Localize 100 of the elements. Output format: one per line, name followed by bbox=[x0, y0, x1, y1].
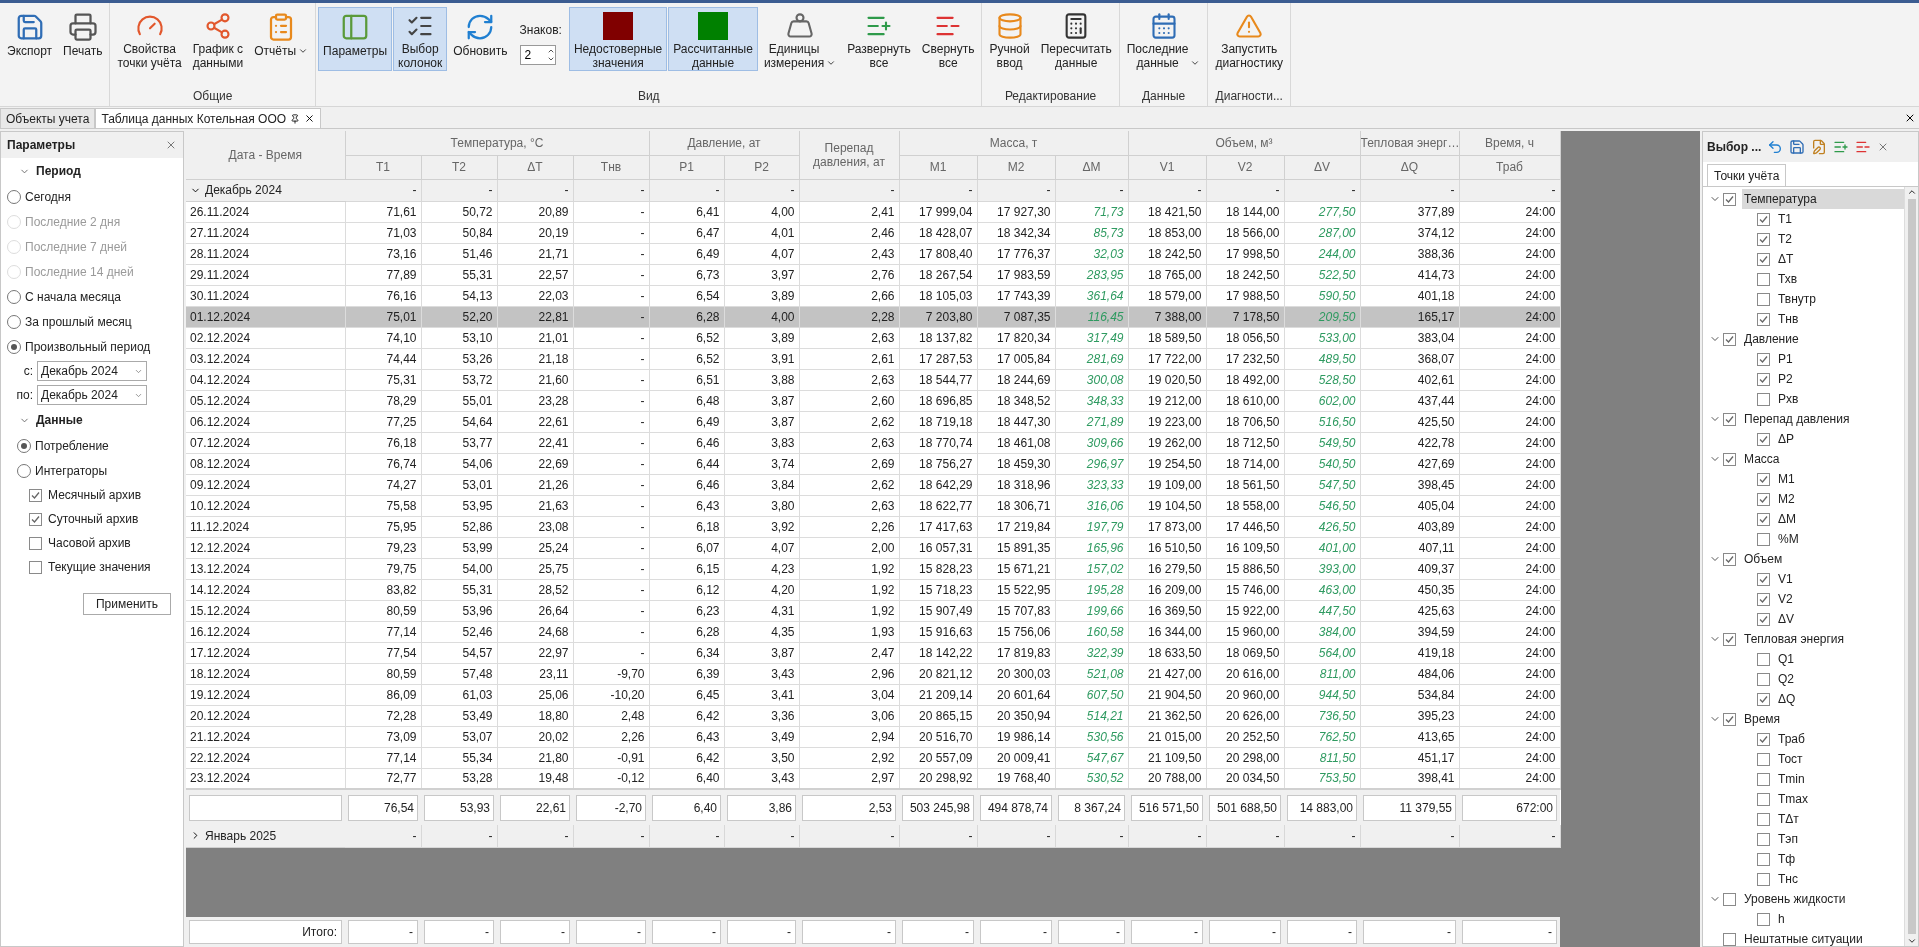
tree-item[interactable]: Тнв bbox=[1703, 309, 1904, 329]
checkbox[interactable] bbox=[1723, 712, 1736, 726]
checkbox[interactable] bbox=[1757, 732, 1770, 746]
tree-item[interactable]: h bbox=[1703, 909, 1904, 929]
ribbon-button[interactable]: Ручной ввод bbox=[984, 7, 1035, 71]
checkbox[interactable] bbox=[1723, 552, 1736, 566]
checkbox[interactable] bbox=[1757, 512, 1770, 526]
table-row[interactable]: 07.12.2024 76,18 53,77 22,41 - 6,46 3,83 2,63 18 770,74 18 461,08 309,66 19 262,00 18 712,50 549,50 422,78 24:00 bbox=[186, 432, 1561, 453]
checkbox[interactable] bbox=[1723, 192, 1736, 206]
column-header[interactable]: Дата - Время bbox=[186, 131, 345, 179]
ribbon-button[interactable]: Экспорт bbox=[2, 7, 58, 71]
table-row[interactable]: 18.12.2024 80,59 57,48 23,11 -9,70 6,39 3,43 2,96 20 821,12 20 300,03 521,08 21 427,00 20 616,00 811,00 484,06 24:00 bbox=[186, 663, 1561, 684]
table-row[interactable]: 06.12.2024 77,25 54,64 22,61 - 6,49 3,87 2,62 18 719,18 18 447,30 271,89 19 223,00 18 706,50 516,50 425,50 24:00 bbox=[186, 411, 1561, 432]
table-row[interactable]: 08.12.2024 76,74 54,06 22,69 - 6,44 3,74 2,69 18 756,27 18 459,30 296,97 19 254,50 18 714,00 540,50 427,69 24:00 bbox=[186, 453, 1561, 474]
tree-item[interactable]: Рхв bbox=[1703, 389, 1904, 409]
table-row[interactable]: 30.11.2024 76,16 54,13 22,03 - 6,54 3,89 2,66 18 105,03 17 743,39 361,64 18 579,00 17 988,50 590,50 401,18 24:00 bbox=[186, 285, 1561, 306]
checkbox[interactable] bbox=[1757, 532, 1770, 546]
group-row[interactable]: Январь 2025 - - - - - - - - - - - - - - - bbox=[186, 825, 1561, 847]
radio-button[interactable] bbox=[7, 289, 21, 304]
ribbon-button[interactable]: Пересчитать данные bbox=[1035, 7, 1117, 71]
pin-icon[interactable] bbox=[290, 113, 301, 124]
document-tab[interactable]: Таблица данных Котельная ООО bbox=[95, 108, 322, 128]
table-row[interactable]: 28.11.2024 73,16 51,46 21,71 - 6,49 4,07 2,43 17 808,40 17 776,37 32,03 18 242,50 17 998,50 244,00 388,36 24:00 bbox=[186, 243, 1561, 264]
checkbox[interactable] bbox=[1757, 572, 1770, 586]
tree-item[interactable]: TΔт bbox=[1703, 809, 1904, 829]
ribbon-button[interactable]: Свойства точки учёта bbox=[112, 7, 187, 71]
checkbox[interactable] bbox=[1723, 892, 1736, 906]
column-header[interactable]: Траб bbox=[1459, 155, 1561, 179]
checkbox[interactable] bbox=[1757, 292, 1770, 306]
checkbox[interactable] bbox=[1757, 772, 1770, 786]
table-row[interactable]: 16.12.2024 77,14 52,46 24,68 - 6,28 4,35 1,93 15 916,63 15 756,06 160,58 16 344,00 15 960,00 384,00 394,59 24:00 bbox=[186, 621, 1561, 642]
tree-item[interactable]: Тэп bbox=[1703, 829, 1904, 849]
table-row[interactable]: 17.12.2024 77,54 54,57 22,97 - 6,34 3,87 2,47 18 142,22 17 819,83 322,39 18 633,50 18 069,50 564,00 419,18 24:00 bbox=[186, 642, 1561, 663]
radio-button[interactable] bbox=[7, 314, 21, 329]
tree-item[interactable]: ΔM bbox=[1703, 509, 1904, 529]
document-tab[interactable]: Объекты учета bbox=[0, 108, 96, 128]
ribbon-button[interactable]: Единицы измерения bbox=[758, 7, 842, 71]
checkbox[interactable] bbox=[1757, 592, 1770, 606]
tree-item[interactable]: Температура bbox=[1703, 189, 1904, 209]
tree-item[interactable]: Твнутр bbox=[1703, 289, 1904, 309]
checkbox[interactable] bbox=[1757, 812, 1770, 826]
tree-item[interactable]: Объем bbox=[1703, 549, 1904, 569]
column-header[interactable]: Перепад давления, ат bbox=[799, 131, 899, 179]
tree-item[interactable]: Нештатные ситуации bbox=[1703, 929, 1904, 946]
undo-icon[interactable] bbox=[1767, 139, 1784, 155]
checkbox[interactable] bbox=[1757, 492, 1770, 506]
panel-tab[interactable]: Точки учёта bbox=[1707, 164, 1787, 186]
tree-item[interactable]: Уровень жидкости bbox=[1703, 889, 1904, 909]
checkbox[interactable] bbox=[1723, 632, 1736, 646]
checkbox[interactable] bbox=[1757, 692, 1770, 706]
ribbon-button[interactable]: График с данными bbox=[187, 7, 249, 71]
ribbon-button[interactable]: Последние данные bbox=[1121, 7, 1206, 71]
checkbox[interactable] bbox=[1757, 252, 1770, 266]
tree-item[interactable]: Тхв bbox=[1703, 269, 1904, 289]
table-row[interactable]: 19.12.2024 86,09 61,03 25,06 -10,20 6,45 3,41 3,04 21 209,14 20 601,64 607,50 21 904,50 20 960,00 944,50 534,84 24:00 bbox=[186, 684, 1561, 705]
checkbox[interactable] bbox=[1757, 872, 1770, 886]
checkbox[interactable] bbox=[29, 512, 42, 526]
ribbon-button[interactable]: Рассчитанные данные bbox=[668, 7, 758, 71]
checkbox[interactable] bbox=[1723, 932, 1736, 946]
tree-item[interactable]: ΔQ bbox=[1703, 689, 1904, 709]
radio-button[interactable] bbox=[17, 463, 31, 478]
checkbox[interactable] bbox=[1757, 652, 1770, 666]
number-spinner[interactable]: 2 bbox=[519, 45, 556, 65]
close-icon[interactable] bbox=[304, 113, 316, 124]
tree-item[interactable]: Время bbox=[1703, 709, 1904, 729]
table-row[interactable]: 02.12.2024 74,10 53,10 21,01 - 6,52 3,89 2,63 18 137,82 17 820,34 317,49 18 589,50 18 056,50 533,00 383,04 24:00 bbox=[186, 327, 1561, 348]
table-row[interactable]: 05.12.2024 78,29 55,01 23,28 - 6,48 3,87 2,60 18 696,85 18 348,52 348,33 19 212,00 18 610,00 602,00 437,44 24:00 bbox=[186, 390, 1561, 411]
checkbox[interactable] bbox=[1757, 832, 1770, 846]
table-row[interactable]: 14.12.2024 83,82 55,31 28,52 - 6,12 4,20 1,92 15 718,23 15 522,95 195,28 16 209,00 15 746,00 463,00 450,35 24:00 bbox=[186, 579, 1561, 600]
ribbon-button[interactable]: Параметры bbox=[318, 7, 393, 71]
tree-item[interactable]: Тф bbox=[1703, 849, 1904, 869]
radio-button[interactable] bbox=[7, 189, 21, 204]
table-row[interactable]: 04.12.2024 75,31 53,72 21,60 - 6,51 3,88 2,63 18 544,77 18 244,69 300,08 19 020,50 18 492,00 528,50 402,61 24:00 bbox=[186, 369, 1561, 390]
tree-item[interactable]: Q2 bbox=[1703, 669, 1904, 689]
tree-item[interactable]: Траб bbox=[1703, 729, 1904, 749]
table-row[interactable]: 21.12.2024 73,09 53,07 20,02 2,26 6,43 3,49 2,94 20 516,70 19 986,14 530,56 21 015,00 20 252,50 762,50 413,65 24:00 bbox=[186, 726, 1561, 747]
checkbox[interactable] bbox=[1757, 232, 1770, 246]
ribbon-button[interactable]: Отчёты bbox=[249, 7, 314, 71]
table-row[interactable]: 01.12.2024 75,01 52,20 22,81 - 6,28 4,00 2,28 7 203,80 7 087,35 116,45 7 388,00 7 178,50 209,50 165,17 24:00 bbox=[186, 306, 1561, 327]
group-row[interactable]: Декабрь 2024 - - - - - - - - - - - - - - - bbox=[186, 179, 1561, 201]
table-row[interactable]: 29.11.2024 77,89 55,31 22,57 - 6,73 3,97 2,76 18 267,54 17 983,59 283,95 18 765,00 18 242,50 522,50 414,73 24:00 bbox=[186, 264, 1561, 285]
ribbon-button[interactable]: Обновить bbox=[448, 7, 513, 71]
table-row[interactable]: 15.12.2024 80,59 53,96 26,64 - 6,23 4,31 1,92 15 907,49 15 707,83 199,66 16 369,50 15 922,00 447,50 425,63 24:00 bbox=[186, 600, 1561, 621]
scrollbar[interactable] bbox=[1904, 187, 1918, 946]
table-row[interactable]: 12.12.2024 79,23 53,99 25,24 - 6,07 4,07 2,00 16 057,31 15 891,35 165,96 16 510,50 16 109,50 401,00 407,11 24:00 bbox=[186, 537, 1561, 558]
table-row[interactable]: 09.12.2024 74,27 53,01 21,26 - 6,46 3,84 2,62 18 642,29 18 318,96 323,33 19 109,00 18 561,50 547,50 398,45 24:00 bbox=[186, 474, 1561, 495]
table-row[interactable]: 10.12.2024 75,58 53,95 21,63 - 6,43 3,80 2,63 18 622,77 18 306,71 316,06 19 104,50 18 558,00 546,50 405,04 24:00 bbox=[186, 495, 1561, 516]
tree-item[interactable]: T1 bbox=[1703, 209, 1904, 229]
table-row[interactable]: 22.12.2024 77,14 55,34 21,80 -0,91 6,42 3,50 2,92 20 557,09 20 009,41 547,67 21 109,50 20 298,00 811,50 451,17 24:00 bbox=[186, 747, 1561, 768]
checkbox[interactable] bbox=[1757, 852, 1770, 866]
tree-item[interactable]: V2 bbox=[1703, 589, 1904, 609]
checkbox[interactable] bbox=[1723, 452, 1736, 466]
checkbox[interactable] bbox=[1757, 212, 1770, 226]
checkbox[interactable] bbox=[1723, 412, 1736, 426]
checkbox[interactable] bbox=[1757, 792, 1770, 806]
tree-item[interactable]: Q1 bbox=[1703, 649, 1904, 669]
checkbox[interactable] bbox=[1757, 372, 1770, 386]
apply-button[interactable]: Применить bbox=[83, 593, 171, 615]
ribbon-button[interactable]: Выбор колонок bbox=[393, 7, 448, 71]
table-row[interactable]: 20.12.2024 72,28 53,49 18,80 2,48 6,42 3,36 3,06 20 865,15 20 350,94 514,21 21 362,50 20 626,00 736,50 395,23 24:00 bbox=[186, 705, 1561, 726]
